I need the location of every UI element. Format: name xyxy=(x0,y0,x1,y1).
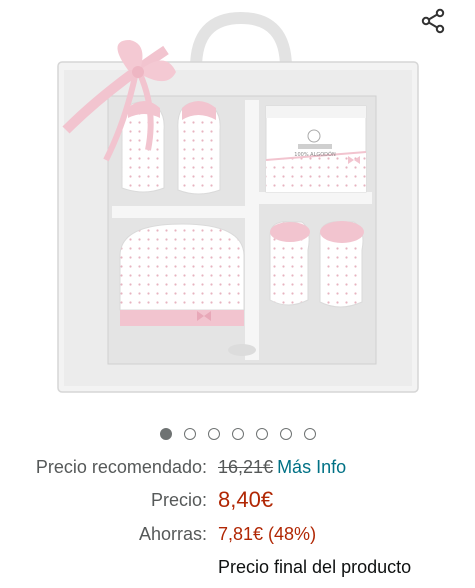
folded-bib: 100% ALGODÓN xyxy=(265,105,367,193)
price-label: Precio: xyxy=(150,490,207,510)
product-image[interactable]: 100% ALGODÓN xyxy=(36,10,436,410)
savings-row: Ahorras: 7,81€ (48%) xyxy=(0,521,475,547)
recommended-price-row: Precio recomendado: 16,21€ Más Info xyxy=(0,454,475,480)
recommended-price-group: 16,21€ Más Info xyxy=(218,454,346,480)
final-price-note: Precio final del producto xyxy=(218,557,412,577)
savings-label: Ahorras: xyxy=(138,524,207,544)
svg-text:100% ALGODÓN: 100% ALGODÓN xyxy=(294,151,336,158)
carousel-dot[interactable] xyxy=(231,428,244,440)
recommended-price-label: Precio recomendado: xyxy=(35,457,207,477)
final-price-note-row: Precio final del producto xyxy=(0,554,475,580)
box-handle xyxy=(190,11,292,74)
carousel-dot[interactable] xyxy=(183,428,196,440)
carousel-dot[interactable] xyxy=(255,428,268,440)
carousel-dot[interactable] xyxy=(207,428,220,440)
price-row: Precio: 8,40€ xyxy=(0,487,475,513)
savings-value: 7,81€ (48%) xyxy=(218,524,317,544)
baby-hat xyxy=(119,223,245,326)
recommended-price-value: 16,21€ xyxy=(218,457,274,477)
price-value: 8,40€ xyxy=(218,487,274,512)
carousel-indicator xyxy=(0,428,475,444)
carousel-dot[interactable] xyxy=(279,428,292,440)
carousel-dot[interactable] xyxy=(159,428,172,440)
carousel-dot[interactable] xyxy=(303,428,316,440)
more-info-link[interactable]: Más Info xyxy=(277,457,346,477)
